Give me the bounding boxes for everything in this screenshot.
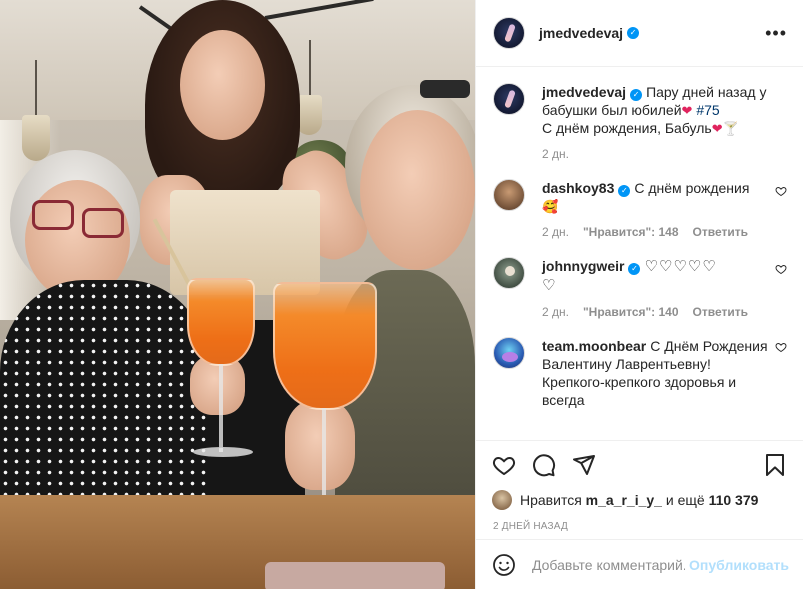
commenter-avatar[interactable] bbox=[493, 337, 525, 369]
comment-username[interactable]: team.moonbear bbox=[542, 338, 646, 354]
comment-text-line2: ♡ bbox=[542, 277, 557, 294]
comment-time: 2 дн. bbox=[542, 225, 569, 239]
like-comment-heart-icon[interactable] bbox=[775, 263, 787, 275]
commenter-avatar[interactable] bbox=[493, 257, 525, 289]
comment-bubble-icon[interactable] bbox=[532, 453, 556, 477]
heart-emoji-icon: ❤ bbox=[711, 121, 723, 136]
verified-badge-icon: ✓ bbox=[627, 27, 640, 39]
instagram-post: jmedvedevaj ✓ ••• jmedvedevaj ✓ Пару дней … bbox=[0, 0, 803, 589]
comments-list: jmedvedevaj ✓ Пару дней назад у бабушки бы… bbox=[476, 67, 803, 440]
post-side-panel: jmedvedevaj ✓ ••• jmedvedevaj ✓ Пару дней … bbox=[475, 0, 803, 589]
comment-emoji: 🥰 bbox=[542, 199, 559, 214]
photo-face bbox=[180, 30, 265, 140]
liker-username[interactable]: m_a_r_i_y_ bbox=[586, 492, 662, 508]
more-horizontal-icon[interactable]: ••• bbox=[765, 24, 787, 42]
caption-username[interactable]: jmedvedevaj bbox=[542, 84, 626, 100]
comment-item: johnnygweir ✓ ♡♡♡♡♡ ♡ 2 дн. "Нравится": 14… bbox=[493, 239, 787, 319]
likes-prefix: Нравится bbox=[520, 492, 582, 508]
share-send-icon[interactable] bbox=[572, 453, 596, 477]
drink-glass bbox=[187, 278, 255, 366]
comment-likes-count[interactable]: "Нравится": 148 bbox=[583, 225, 679, 239]
likes-count[interactable]: 110 379 bbox=[709, 492, 759, 508]
comment-input[interactable] bbox=[532, 556, 686, 573]
publish-button[interactable]: Опубликовать bbox=[689, 557, 789, 573]
comment-username[interactable]: dashkoy83 bbox=[542, 180, 614, 196]
comment-text: С днём рождения bbox=[634, 180, 750, 196]
verified-badge-icon: ✓ bbox=[628, 263, 641, 275]
caption: jmedvedevaj ✓ Пару дней назад у бабушки бы… bbox=[493, 67, 787, 161]
emoji-smiley-icon[interactable] bbox=[492, 553, 516, 577]
likes-summary: Нравится m_a_r_i_y_ и ещё 110 379 bbox=[476, 489, 803, 511]
post-header: jmedvedevaj ✓ ••• bbox=[476, 0, 803, 67]
like-comment-heart-icon[interactable] bbox=[775, 185, 787, 197]
likes-suffix: и ещё bbox=[665, 492, 705, 508]
caption-hashtag[interactable]: #75 bbox=[696, 102, 719, 118]
verified-badge-icon: ✓ bbox=[630, 89, 643, 101]
add-comment-bar: Опубликовать bbox=[476, 539, 803, 589]
commenter-avatar[interactable] bbox=[493, 179, 525, 211]
liker-avatar[interactable] bbox=[492, 490, 512, 510]
cocktail-emoji-icon: 🍸 bbox=[722, 121, 739, 136]
post-photo[interactable] bbox=[0, 0, 475, 589]
comment-likes-count[interactable]: "Нравится": 140 bbox=[583, 305, 679, 319]
bookmark-icon[interactable] bbox=[763, 453, 787, 477]
comment-item: team.moonbear С Днём Рождения Валентину Л… bbox=[493, 319, 787, 409]
like-heart-icon[interactable] bbox=[492, 453, 516, 477]
caption-text-line2: С днём рождения, Бабуль bbox=[542, 120, 712, 136]
author-username[interactable]: jmedvedevaj bbox=[539, 25, 623, 41]
caption-avatar[interactable] bbox=[493, 83, 525, 115]
comment-reply-button[interactable]: Ответить bbox=[693, 225, 748, 239]
caption-time: 2 дн. bbox=[542, 147, 569, 161]
verified-badge-icon: ✓ bbox=[618, 185, 631, 197]
drink-glass bbox=[273, 282, 377, 410]
like-comment-heart-icon[interactable] bbox=[775, 341, 787, 353]
comment-reply-button[interactable]: Ответить bbox=[693, 305, 748, 319]
comment-username[interactable]: johnnygweir bbox=[542, 258, 624, 274]
comment-time: 2 дн. bbox=[542, 305, 569, 319]
heart-emoji-icon: ❤ bbox=[681, 103, 693, 118]
comment-item: dashkoy83 ✓ С днём рождения 🥰 2 дн. "Нрави… bbox=[493, 161, 787, 239]
comment-text: ♡♡♡♡♡ bbox=[644, 258, 717, 275]
action-bar bbox=[476, 440, 803, 489]
author-avatar[interactable] bbox=[493, 17, 525, 49]
